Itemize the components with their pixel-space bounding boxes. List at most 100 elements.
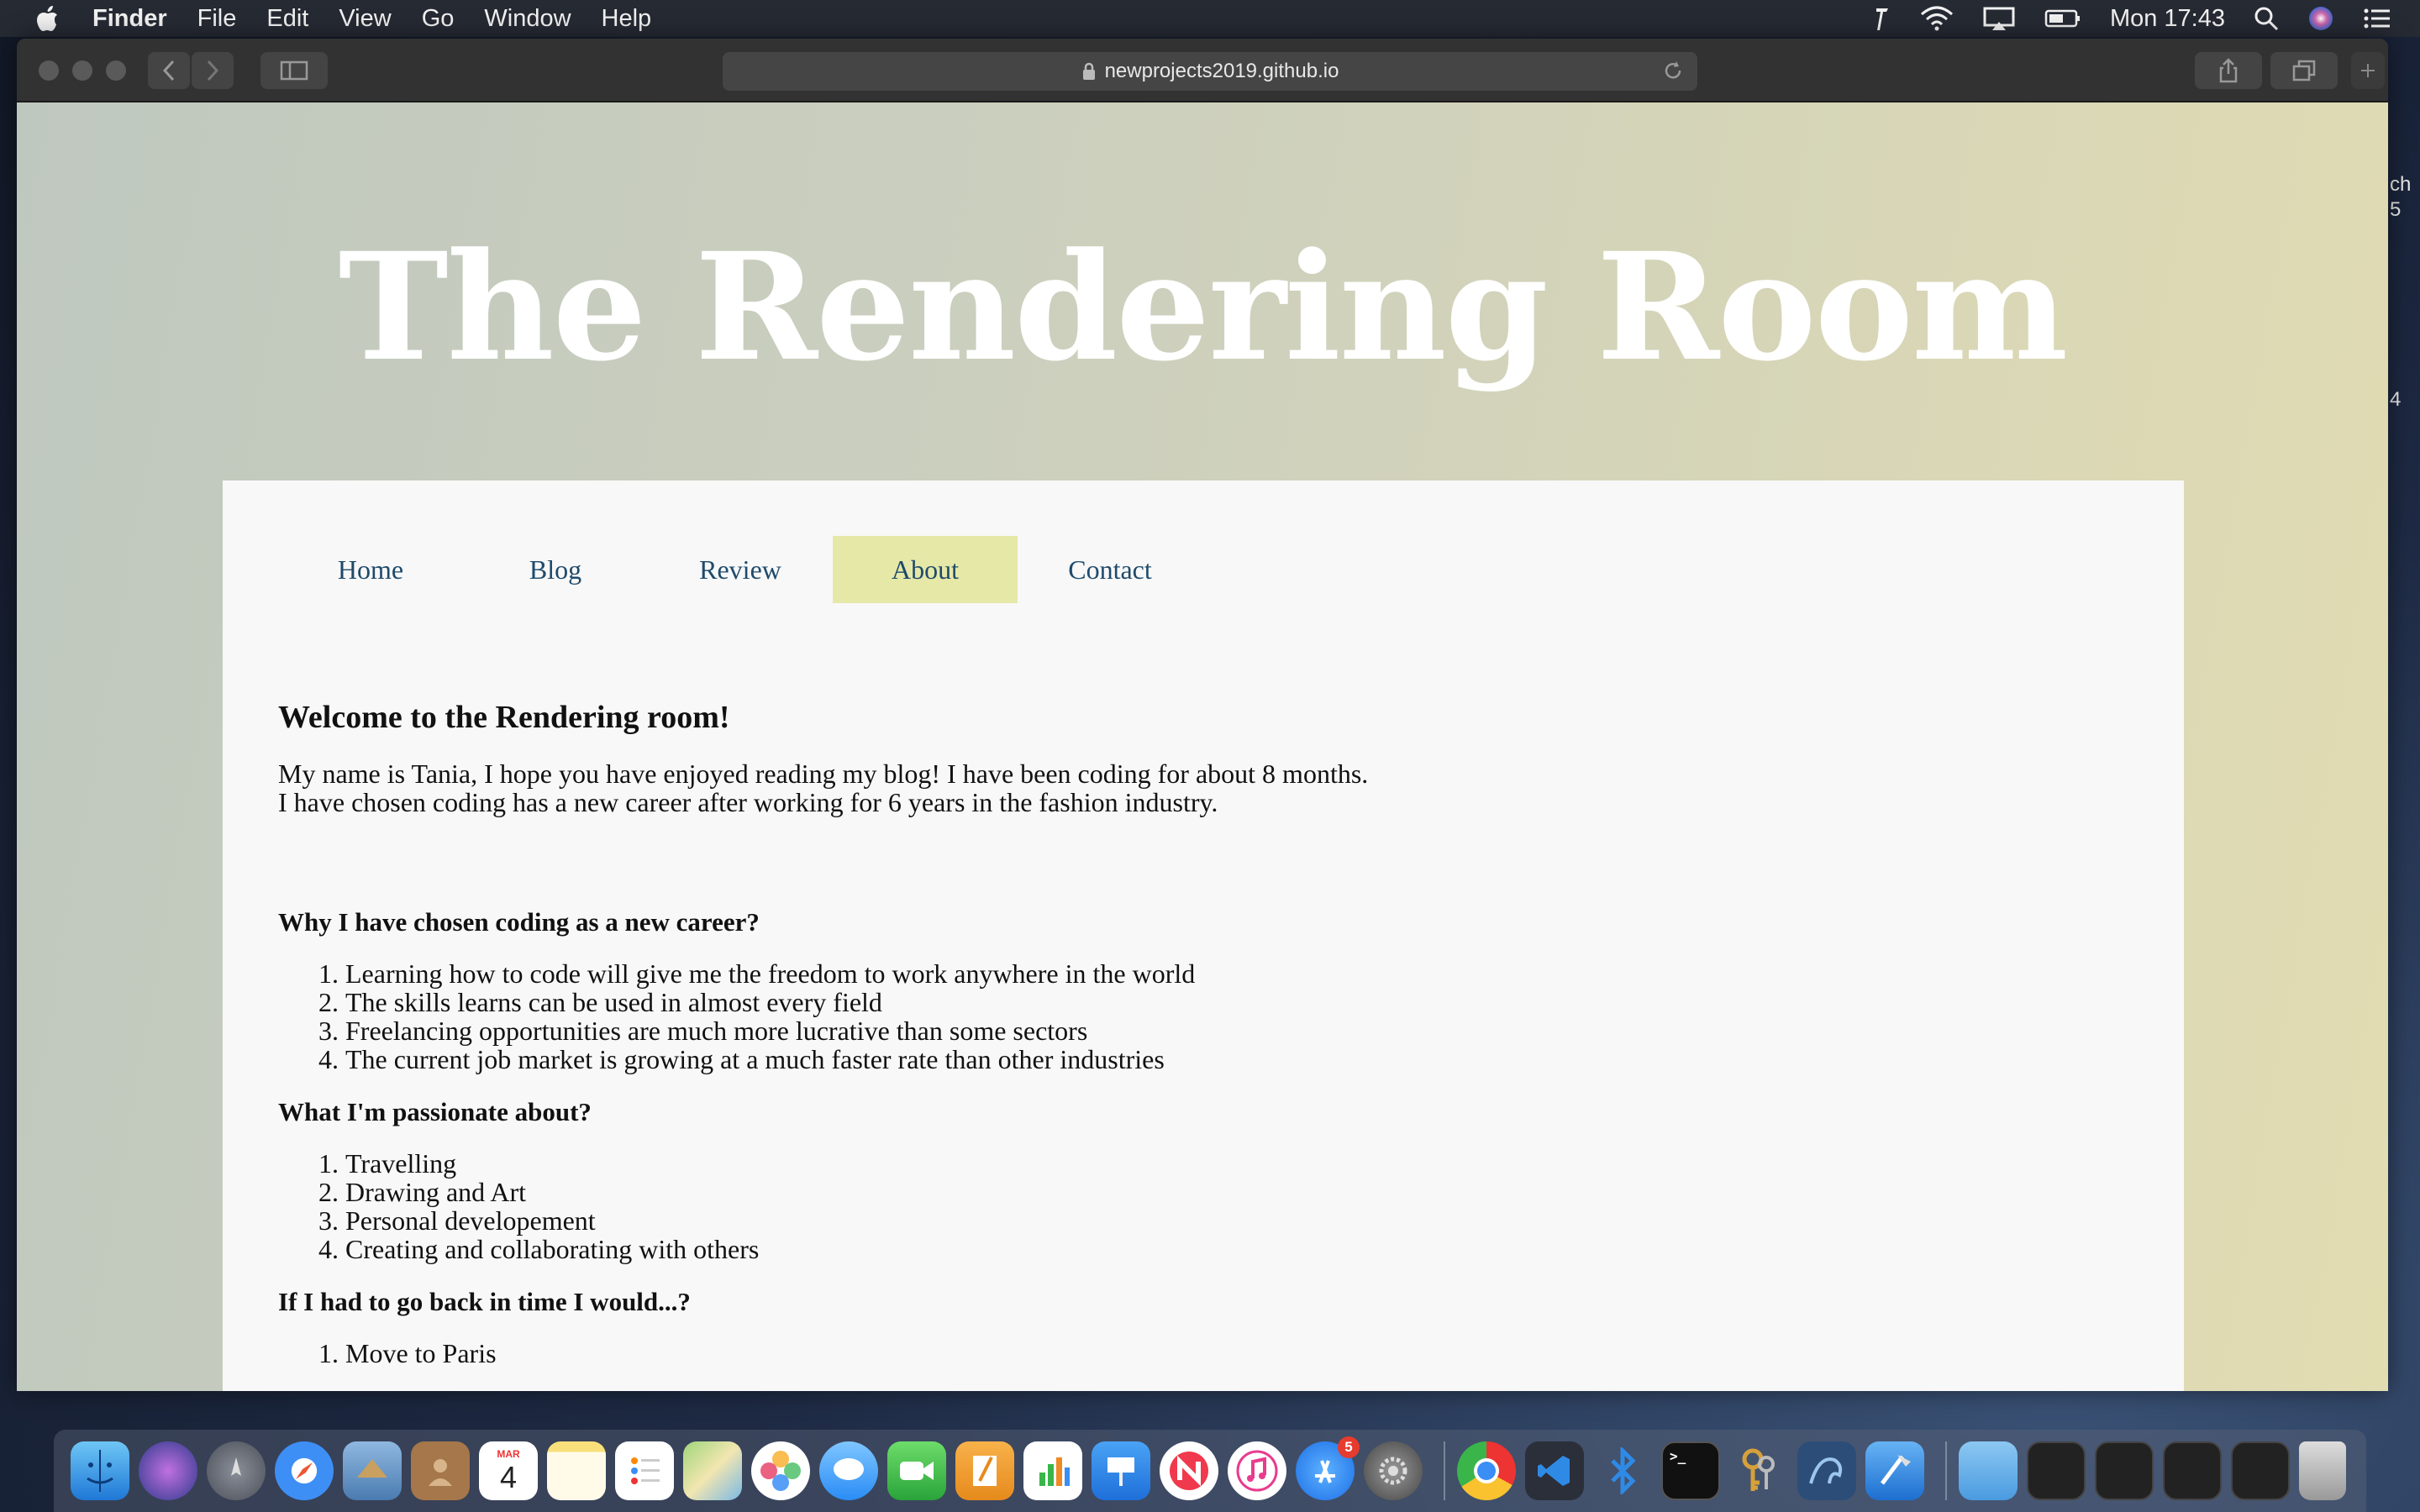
airplay-icon[interactable] [1982,6,2016,31]
notification-center-icon[interactable] [2363,7,2391,30]
chevron-right-icon [207,60,219,81]
photos-icon[interactable] [751,1441,810,1500]
list-item: Move to Paris [345,1339,1875,1368]
maps-icon[interactable] [683,1441,742,1500]
reload-icon[interactable] [1662,60,1684,81]
nav-about[interactable]: About [833,536,1018,603]
desktop-label-fragment: 5 [2390,198,2402,221]
itunes-icon[interactable] [1228,1441,1286,1500]
about-article: Welcome to the Rendering room! My name i… [278,699,1875,1368]
list-item: The current job market is growing at a m… [345,1045,1875,1074]
mail-icon[interactable] [343,1441,402,1500]
content-card: Home Blog Review About Contact Welcome t… [223,480,2184,1391]
tab-overview-button[interactable] [2270,52,2338,89]
system-preferences-icon[interactable] [1364,1441,1423,1500]
pages-icon[interactable] [955,1441,1014,1500]
close-window-button[interactable] [39,60,59,81]
section-title: Why I have chosen coding as a new career… [278,907,760,937]
menu-go[interactable]: Go [422,5,455,33]
share-button[interactable] [2195,52,2262,89]
wifi-icon[interactable] [1920,6,1954,31]
reminders-icon[interactable] [615,1441,674,1500]
chrome-icon[interactable] [1457,1441,1516,1500]
sidebar-toggle-button[interactable] [260,52,328,89]
desktop-label-fragment: ch [2390,173,2412,196]
passions-list: Travelling Drawing and Art Personal deve… [278,1149,1875,1263]
sidebar-icon [280,60,308,81]
news-icon[interactable] [1160,1441,1218,1500]
tabs-icon [2292,60,2316,81]
desktop-label-fragment: 4 [2390,388,2402,411]
launchpad-icon[interactable] [207,1441,266,1500]
menu-help[interactable]: Help [602,5,652,33]
mysql-workbench-icon[interactable] [1797,1441,1856,1500]
menu-window[interactable]: Window [484,5,571,33]
dock-separator [1945,1441,1947,1500]
address-bar[interactable]: newprojects2019.github.io [723,52,1697,91]
nav-review[interactable]: Review [648,536,833,603]
web-page: The Rendering Room Home Blog Review Abou… [17,102,2388,1391]
finder-icon[interactable] [71,1441,129,1500]
window-thumbnail-icon[interactable] [2163,1441,2222,1500]
menu-edit[interactable]: Edit [266,5,308,33]
keynote-icon[interactable] [1092,1441,1150,1500]
list-item: The skills learns can be used in almost … [345,988,1875,1016]
list-item: Personal developement [345,1206,1875,1235]
article-heading: Welcome to the Rendering room! [278,700,730,735]
list-item: Drawing and Art [345,1178,1875,1206]
menu-app-name[interactable]: Finder [92,5,167,33]
messages-icon[interactable] [819,1441,878,1500]
dock-separator [1444,1441,1445,1500]
minimize-window-button[interactable] [72,60,92,81]
xcode-icon[interactable] [1865,1441,1924,1500]
app-store-icon[interactable]: 5 [1296,1436,1360,1500]
chevron-left-icon [162,60,175,81]
window-thumbnail-icon[interactable] [2095,1441,2154,1500]
safari-icon[interactable] [275,1441,334,1500]
terminal-icon[interactable]: >_ [1661,1441,1720,1500]
intro-paragraph-line: My name is Tania, I hope you have enjoye… [278,759,1369,789]
site-title: The Rendering Room [338,220,2069,394]
time-travel-list: Move to Paris [278,1339,1875,1368]
list-item: Travelling [345,1149,1875,1178]
trash-icon[interactable] [2299,1441,2346,1500]
numbers-icon[interactable] [1023,1441,1082,1500]
site-nav: Home Blog Review About Contact [278,536,1202,603]
menu-bar: Finder File Edit View Go Window Help Mon… [0,0,2420,37]
reasons-list: Learning how to code will give me the fr… [278,959,1875,1074]
notification-badge: 5 [1338,1436,1360,1458]
dock: MAR 4 5 >_ [54,1430,2366,1512]
clock[interactable]: Mon 17:43 [2110,5,2225,33]
zoom-window-button[interactable] [106,60,126,81]
back-button[interactable] [148,52,190,89]
nav-contact[interactable]: Contact [1018,536,1202,603]
contacts-icon[interactable] [411,1441,470,1500]
safari-window: newprojects2019.github.io The Rendering … [17,39,2388,1391]
menu-view[interactable]: View [339,5,391,33]
keychain-icon[interactable] [1729,1441,1788,1500]
window-thumbnail-icon[interactable] [2027,1441,2086,1500]
hammer-icon[interactable] [1873,5,1891,32]
window-thumbnail-icon[interactable] [2231,1441,2290,1500]
section-title: What I'm passionate about? [278,1097,592,1126]
siri-icon[interactable] [2307,5,2334,32]
calendar-icon[interactable]: MAR 4 [479,1441,538,1500]
url-text: newprojects2019.github.io [1104,60,1339,82]
terminal-prompt-glyph: >_ [1670,1448,1686,1464]
notes-icon[interactable] [547,1441,606,1500]
nav-home[interactable]: Home [278,536,463,603]
section-title: If I had to go back in time I would...? [278,1287,691,1316]
bluetooth-icon[interactable] [1593,1441,1652,1500]
menu-file[interactable]: File [197,5,237,33]
downloads-folder-icon[interactable] [1959,1441,2018,1500]
new-tab-button[interactable] [2351,52,2385,89]
facetime-icon[interactable] [887,1441,946,1500]
forward-button[interactable] [192,52,234,89]
lock-icon [1081,62,1097,81]
spotlight-search-icon[interactable] [2254,6,2279,31]
nav-blog[interactable]: Blog [463,536,648,603]
vscode-icon[interactable] [1525,1441,1584,1500]
apple-menu-icon[interactable] [30,2,64,35]
battery-icon[interactable] [2044,8,2081,29]
siri-icon[interactable] [139,1441,197,1500]
